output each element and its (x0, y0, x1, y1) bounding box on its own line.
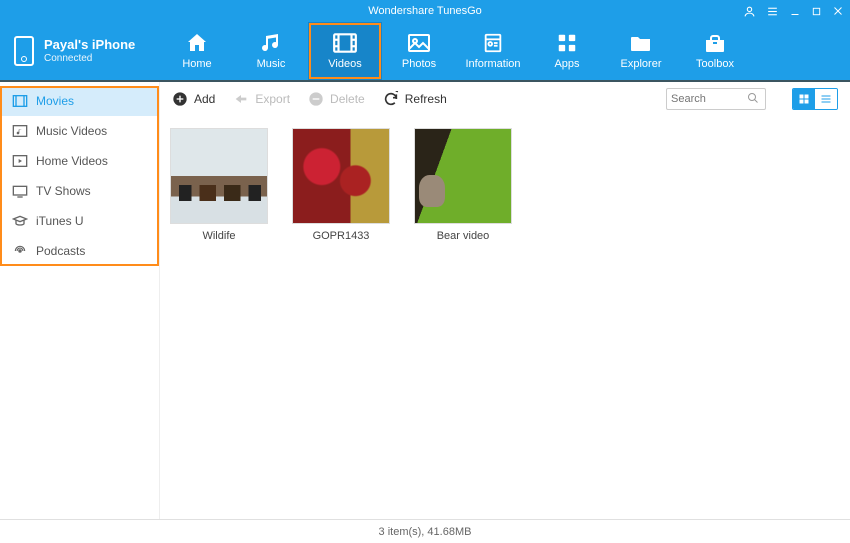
search-input[interactable] (671, 93, 743, 105)
podcast-icon (12, 244, 28, 258)
search-icon (747, 92, 759, 107)
sidebar-item-label: iTunes U (36, 214, 84, 228)
video-title: GOPR1433 (292, 230, 390, 242)
add-button[interactable]: Add (172, 91, 215, 107)
refresh-button[interactable]: Refresh (383, 91, 447, 107)
sidebar-item-itunes-u[interactable]: iTunes U (0, 206, 159, 236)
maximize-button[interactable] (811, 6, 822, 17)
music-icon (258, 32, 284, 54)
movies-icon (12, 94, 28, 108)
video-thumbnail (292, 128, 390, 224)
video-item[interactable]: Wildife (170, 128, 268, 242)
device-panel[interactable]: Payal's iPhone Connected (0, 36, 160, 66)
nav-explorer[interactable]: Explorer (604, 22, 678, 80)
menu-icon[interactable] (766, 5, 779, 18)
video-thumbnail (414, 128, 512, 224)
nav-label: Music (257, 58, 286, 70)
device-name: Payal's iPhone (44, 37, 135, 53)
nav-music[interactable]: Music (234, 22, 308, 80)
information-icon (480, 32, 506, 54)
add-icon (172, 91, 188, 107)
add-label: Add (194, 92, 215, 106)
app-title: Wondershare TunesGo (368, 5, 482, 17)
video-item[interactable]: GOPR1433 (292, 128, 390, 242)
status-text: 3 item(s), 41.68MB (379, 526, 472, 538)
nav-label: Apps (554, 58, 579, 70)
toolbox-icon (702, 32, 728, 54)
nav-apps[interactable]: Apps (530, 22, 604, 80)
photos-icon (406, 32, 432, 54)
itunesu-icon (12, 214, 28, 228)
nav-toolbox[interactable]: Toolbox (678, 22, 752, 80)
sidebar-item-podcasts[interactable]: Podcasts (0, 236, 159, 266)
sidebar-item-label: Movies (36, 94, 74, 108)
user-icon[interactable] (743, 5, 756, 18)
device-status: Connected (44, 53, 135, 65)
nav-home[interactable]: Home (160, 22, 234, 80)
tv-icon (12, 184, 28, 198)
video-title: Wildife (170, 230, 268, 242)
refresh-label: Refresh (405, 92, 447, 106)
home-video-icon (12, 154, 28, 168)
video-grid: Wildife GOPR1433 Bear video (160, 116, 850, 519)
toolbar: Add Export Delete Refresh (160, 82, 850, 116)
view-grid-button[interactable] (793, 89, 815, 109)
nav-label: Home (182, 58, 211, 70)
sidebar-item-movies[interactable]: Movies (0, 86, 159, 116)
sidebar-item-label: Podcasts (36, 244, 85, 258)
content-area: Add Export Delete Refresh (160, 82, 850, 519)
view-list-button[interactable] (815, 89, 837, 109)
refresh-icon (383, 91, 399, 107)
video-thumbnail (170, 128, 268, 224)
videos-icon (332, 32, 358, 54)
main-nav: Home Music Videos Photos Information App… (160, 22, 850, 80)
nav-label: Toolbox (696, 58, 734, 70)
nav-label: Information (465, 58, 520, 70)
nav-label: Explorer (621, 58, 662, 70)
export-label: Export (255, 92, 290, 106)
home-icon (184, 32, 210, 54)
sidebar-item-music-videos[interactable]: Music Videos (0, 116, 159, 146)
view-toggle (792, 88, 838, 110)
sidebar-item-label: Home Videos (36, 154, 108, 168)
sidebar-item-label: TV Shows (36, 184, 91, 198)
explorer-icon (628, 32, 654, 54)
export-icon (233, 91, 249, 107)
music-video-icon (12, 124, 28, 138)
sidebar-item-home-videos[interactable]: Home Videos (0, 146, 159, 176)
nav-label: Photos (402, 58, 436, 70)
delete-icon (308, 91, 324, 107)
apps-icon (554, 32, 580, 54)
minimize-button[interactable] (789, 5, 801, 17)
sidebar: Movies Music Videos Home Videos TV Shows… (0, 82, 160, 519)
nav-information[interactable]: Information (456, 22, 530, 80)
nav-photos[interactable]: Photos (382, 22, 456, 80)
nav-videos[interactable]: Videos (308, 22, 382, 80)
search-box[interactable] (666, 88, 766, 110)
export-button[interactable]: Export (233, 91, 290, 107)
sidebar-item-label: Music Videos (36, 124, 107, 138)
nav-label: Videos (328, 58, 361, 70)
sidebar-item-tv-shows[interactable]: TV Shows (0, 176, 159, 206)
phone-icon (14, 36, 34, 66)
close-button[interactable] (832, 5, 844, 17)
video-item[interactable]: Bear video (414, 128, 512, 242)
titlebar: Wondershare TunesGo (0, 0, 850, 22)
statusbar: 3 item(s), 41.68MB (0, 519, 850, 543)
delete-label: Delete (330, 92, 365, 106)
delete-button[interactable]: Delete (308, 91, 365, 107)
video-title: Bear video (414, 230, 512, 242)
header: Payal's iPhone Connected Home Music Vide… (0, 22, 850, 80)
